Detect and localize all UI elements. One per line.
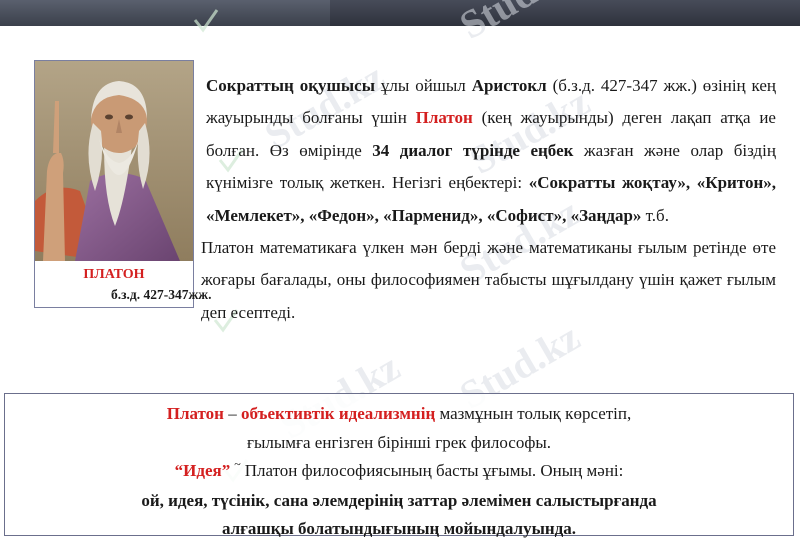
definition-line-2: ғылымға енгізген бірінші грек философы. [246,432,552,452]
top-bar [0,0,800,26]
top-bar-accent [0,0,330,26]
definition-idea-text: Платон философиясының басты ұғымы. Оның … [244,461,624,480]
plato-portrait-image [35,61,193,261]
main-text: Сократтың оқушысы ұлы ойшыл Аристокл (б.… [201,70,776,329]
text-plato-highlight: Платон [415,108,473,128]
definition-line-4: ой, идея, түсінік, сана әлемдерінің затт… [141,490,657,510]
portrait-name: ПЛАТОН [83,267,145,282]
paragraph-mathematics: Платон математикаға үлкен мән берді және… [201,238,776,322]
text-fragment: т.б. [641,205,669,225]
text-fragment: ұлы ойшыл [375,76,472,95]
definition-dash: – [223,404,241,423]
paragraph-works: Сократтың оқушысы ұлы ойшыл Аристокл (б.… [201,70,776,232]
definition-line-5: алғашқы болатындығының мойындалуында. [221,519,577,538]
text-34-dialogues: 34 диалог түрінде еңбек [372,140,574,160]
definition-text: мазмұнын толық көрсетіп, [435,404,632,423]
definition-plato: Платон [166,404,224,423]
definition-line-1: Платон – объективтік идеализмнің мазмұны… [5,400,793,429]
definition-objective-idealism: объективтік идеализмнің [240,404,436,423]
portrait-dates: б.з.д. 427-347жж. [111,287,212,302]
tilde-mark: ~ [234,457,241,471]
definition-line-3: “Идея” ~ Платон философиясының басты ұғымы… [5,457,793,487]
text-socrates-student: Сократтың оқушысы [206,76,375,95]
definition-box: Платон – объективтік идеализмнің мазмұны… [4,393,794,538]
portrait-card: ПЛАТОН б.з.д. 427-347жж. [34,60,211,308]
definition-idea-term: “Идея” [174,461,231,480]
text-aristocles: Аристокл [471,76,547,95]
